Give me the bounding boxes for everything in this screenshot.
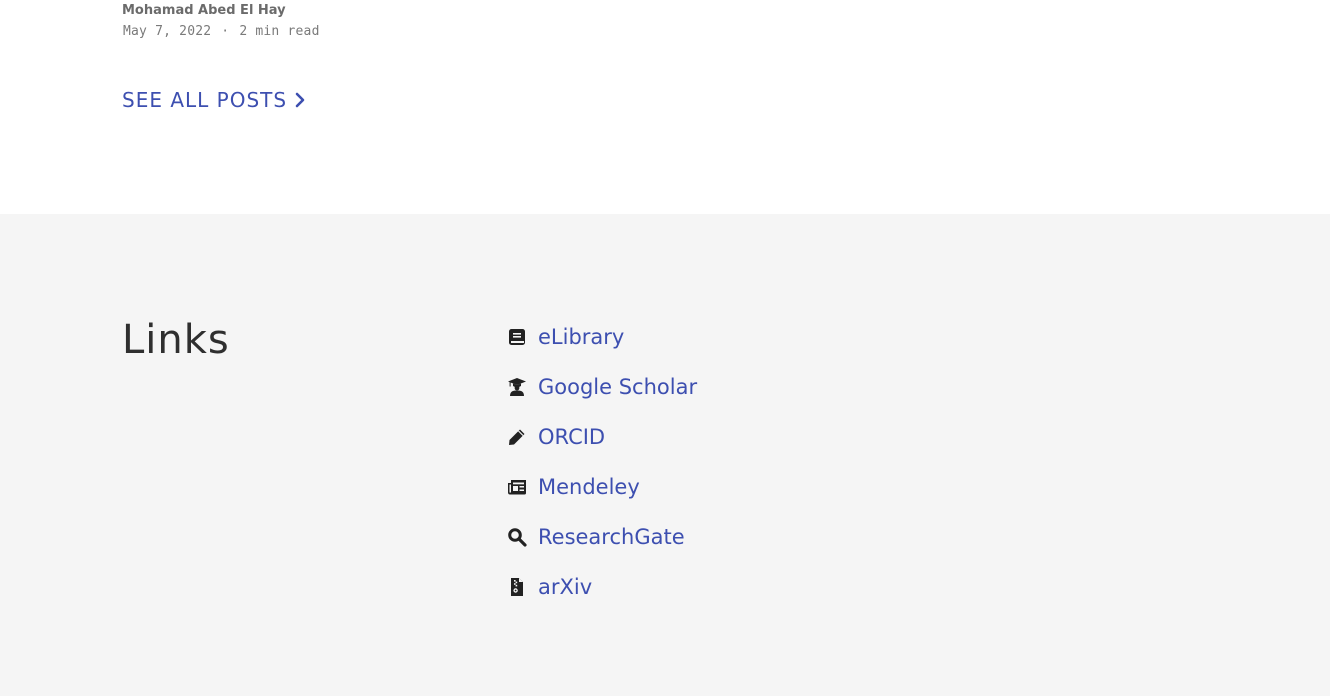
link-orcid[interactable]: ORCID — [538, 425, 605, 449]
link-mendeley[interactable]: Mendeley — [538, 475, 640, 499]
post-meta: May 7, 2022 · 2 min read — [123, 24, 320, 39]
book-icon — [509, 329, 525, 345]
link-elibrary[interactable]: eLibrary — [538, 325, 624, 349]
post-date: May 7, 2022 — [123, 24, 212, 39]
link-item-researchgate: ResearchGate — [507, 512, 697, 562]
post-author[interactable]: Mohamad Abed El Hay — [122, 3, 286, 18]
graduate-icon — [508, 378, 526, 396]
recent-post-section: Mohamad Abed El Hay May 7, 2022 · 2 min re… — [0, 0, 1330, 214]
links-list: eLibrary Google Scholar ORCID Mendeley R… — [507, 312, 697, 612]
see-all-posts-label: SEE ALL POSTS — [122, 88, 288, 112]
search-icon — [508, 528, 527, 547]
link-item-orcid: ORCID — [507, 412, 697, 462]
see-all-posts-link[interactable]: SEE ALL POSTS — [122, 88, 307, 112]
link-item-arxiv: arXiv — [507, 562, 697, 612]
links-section: Links eLibrary Google Scholar ORCID Mend… — [0, 214, 1330, 696]
newspaper-icon — [508, 480, 526, 495]
meta-separator: · — [221, 24, 230, 39]
link-item-google-scholar: Google Scholar — [507, 362, 697, 412]
pencil-icon — [509, 429, 525, 445]
file-archive-icon — [511, 578, 523, 596]
chevron-right-icon — [295, 92, 305, 108]
link-item-mendeley: Mendeley — [507, 462, 697, 512]
link-arxiv[interactable]: arXiv — [538, 575, 592, 599]
links-heading: Links — [122, 317, 230, 363]
link-google-scholar[interactable]: Google Scholar — [538, 375, 697, 399]
link-researchgate[interactable]: ResearchGate — [538, 525, 685, 549]
link-item-elibrary: eLibrary — [507, 312, 697, 362]
post-read-time: 2 min read — [239, 24, 320, 39]
